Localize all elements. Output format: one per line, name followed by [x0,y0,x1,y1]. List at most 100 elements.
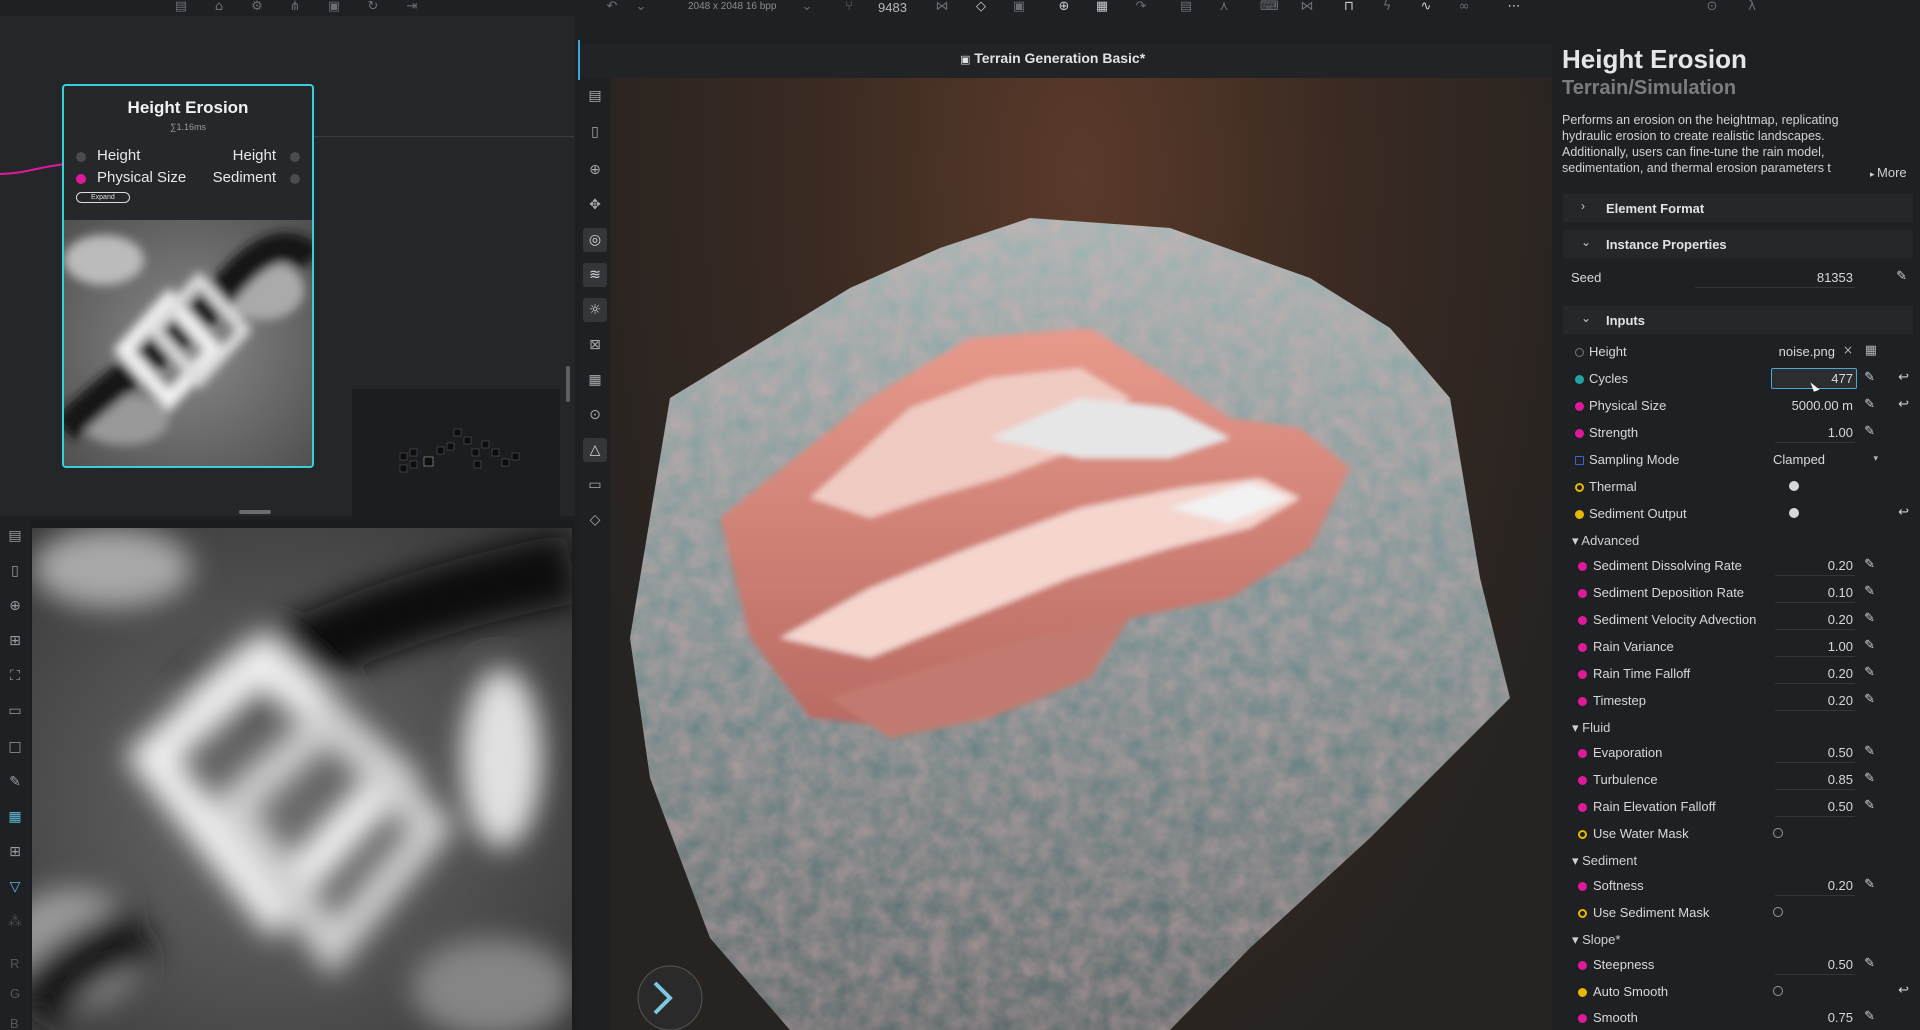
frame-icon[interactable]: ⛶ [5,666,25,686]
lock-icon[interactable]: ⊓ [1340,0,1358,14]
camera-icon[interactable]: ⊙ [583,403,607,427]
edit-icon[interactable]: ✎ [1864,956,1875,971]
orbit-icon[interactable]: ◎ [583,228,607,252]
output-port-height[interactable]: Height [233,147,276,164]
edit-icon[interactable]: ✎ [1864,692,1875,707]
3d-viewport[interactable] [610,78,1552,1030]
input-port-height[interactable]: Height [97,147,140,164]
param-value[interactable]: 0.20 [1828,666,1853,681]
cube-icon[interactable]: ◇ [583,508,607,532]
chevron-down-icon[interactable]: ⌄ [798,0,816,14]
cycles-value[interactable]: 477 [1831,371,1853,386]
group-sediment[interactable]: ▾ Sediment [1572,853,1637,869]
minimap[interactable] [352,389,560,519]
edit-icon[interactable]: ✎ [1864,370,1875,385]
undo-icon[interactable]: ↶ [603,0,621,14]
fit-icon[interactable]: ⊞ [5,631,25,651]
reset-icon[interactable]: ↩ [1898,983,1909,998]
sediment-output-toggle[interactable] [1789,508,1799,518]
document-icon[interactable]: ▤ [172,0,190,14]
edit-icon[interactable]: ✎ [1864,638,1875,653]
crosshair-icon[interactable]: ⊕ [5,596,25,616]
param-value[interactable]: 1.00 [1828,639,1853,654]
ruler-icon[interactable]: ▭ [5,701,25,721]
edit-icon[interactable]: ✎ [1864,665,1875,680]
terrain-icon[interactable]: △ [583,438,607,462]
edit-icon[interactable]: ✎ [1864,771,1875,786]
refresh-icon[interactable]: ↻ [364,0,382,14]
vertical-scroll-handle[interactable] [566,366,570,402]
strength-value[interactable]: 1.00 [1828,425,1853,440]
port-dot[interactable] [290,174,300,184]
node-graph[interactable]: Height Erosion ∑1.16ms Height Height Phy… [0,16,575,519]
share-icon[interactable]: ⋈ [933,0,951,14]
port-dot[interactable] [76,174,86,184]
save-icon[interactable]: ▤ [5,526,25,546]
scale-icon[interactable]: ⊠ [583,333,607,357]
edit-icon[interactable]: ✎ [1864,424,1875,439]
water-icon[interactable]: ≋ [583,263,607,287]
edit-icon[interactable]: ✎ [1864,877,1875,892]
seed-value[interactable]: 81353 [1817,270,1853,285]
gear-icon[interactable]: ⚙ [248,0,266,14]
reset-icon[interactable]: ↩ [1898,505,1909,520]
texture-icon[interactable]: ▦ [1865,343,1877,358]
square-icon[interactable]: □ [5,737,25,757]
section-instance-properties[interactable]: ⌄ Instance Properties [1563,230,1913,258]
edit-icon[interactable]: ✎ [1864,584,1875,599]
group-fluid[interactable]: ▾ Fluid [1572,720,1610,736]
sampling-mode-select[interactable]: Clamped [1773,452,1825,467]
auto-smooth-toggle[interactable] [1773,986,1783,996]
output-port-sediment[interactable]: Sediment [213,169,276,186]
thermal-toggle[interactable] [1789,481,1799,491]
graph-icon[interactable]: ⋈ [1298,0,1316,14]
save-icon[interactable]: ▦ [1093,0,1111,14]
crosshair-icon[interactable]: ⊕ [583,158,607,182]
horizontal-scroll-handle[interactable] [239,510,271,514]
param-value[interactable]: 0.85 [1828,772,1853,787]
lighting-icon[interactable]: ☼ [583,298,607,322]
layers-icon[interactable]: ▤ [1177,0,1195,14]
bolt-icon[interactable]: ϟ [1378,0,1396,14]
param-value[interactable]: 0.20 [1828,878,1853,893]
resolution-select[interactable]: 2048 x 2048 16 bpp [688,1,776,12]
height-file-value[interactable]: noise.png [1779,344,1835,359]
nodes-icon[interactable]: ⋔ [286,0,304,14]
channel-r[interactable]: R [10,956,19,971]
param-value[interactable]: 0.20 [1828,558,1853,573]
chevron-down-icon[interactable]: ▾ [1873,453,1878,464]
link-icon[interactable]: ∞ [1455,0,1473,14]
cube-icon[interactable]: ◇ [972,0,990,14]
param-value[interactable]: 0.20 [1828,612,1853,627]
camera-icon[interactable]: ⊙ [1703,0,1721,14]
channel-icon[interactable]: ⁂ [5,912,25,932]
terminal-icon[interactable]: ⌨ [1260,0,1279,14]
pen-icon[interactable]: ✎ [5,772,25,792]
port-dot[interactable] [76,152,86,162]
package-icon[interactable]: ⌂ [210,0,228,14]
height-erosion-node[interactable]: Height Erosion ∑1.16ms Height Height Phy… [62,84,314,468]
add-icon[interactable]: ⊕ [1055,0,1073,14]
checker-icon[interactable]: ▦ [5,807,25,827]
save-icon[interactable]: ▤ [583,84,607,108]
edit-icon[interactable]: ✎ [1864,557,1875,572]
use-water-mask-toggle[interactable] [1773,828,1783,838]
more-link[interactable]: ▸ More [1870,165,1907,180]
lambda-icon[interactable]: λ [1743,0,1761,14]
more-icon[interactable]: ⋯ [1505,0,1523,14]
picture-icon[interactable]: ▣ [1010,0,1028,14]
edit-icon[interactable]: ✎ [1864,744,1875,759]
export-icon[interactable]: ⇥ [403,0,421,14]
filter-icon[interactable]: ▽ [5,877,25,897]
edit-icon[interactable]: ✎ [1864,1009,1875,1024]
reset-icon[interactable]: ↩ [1898,370,1909,385]
clipboard-icon[interactable]: ▯ [5,561,25,581]
group-slope[interactable]: ▾ Slope* [1572,932,1620,948]
param-value[interactable]: 0.50 [1828,957,1853,972]
channel-g[interactable]: G [10,986,20,1001]
param-value[interactable]: 0.20 [1828,693,1853,708]
input-port-physical-size[interactable]: Physical Size [97,169,186,186]
group-advanced[interactable]: ▾ Advanced [1572,533,1639,549]
grid-icon[interactable]: ⊞ [5,842,25,862]
expand-button[interactable]: Expand [76,192,130,203]
